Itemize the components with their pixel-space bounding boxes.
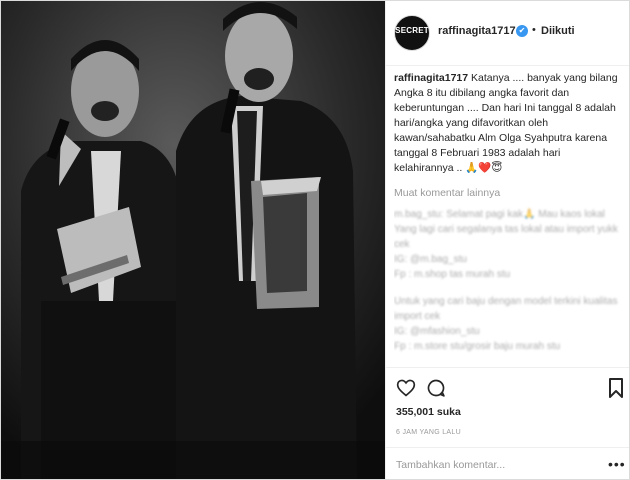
avatar-label: SECRET	[395, 26, 429, 35]
instagram-post: SECRET raffinagita1717 ✔ • Diikuti raffi…	[0, 0, 630, 480]
add-comment-bar: •••	[386, 447, 629, 479]
post-timestamp: 6 JAM YANG LALU	[396, 429, 461, 436]
post-sidebar: SECRET raffinagita1717 ✔ • Diikuti raffi…	[385, 1, 629, 479]
verified-icon: ✔	[516, 25, 528, 37]
comment-icon[interactable]	[426, 378, 446, 403]
caption-text: Katanya .... banyak yang bilang Angka 8 …	[394, 72, 618, 174]
comment-input[interactable]	[394, 456, 598, 474]
avatar[interactable]: SECRET	[394, 15, 430, 51]
action-bar	[386, 367, 629, 408]
comment-line: Yang lagi cari segalanya tas lokal atau …	[394, 224, 618, 250]
post-caption: raffinagita1717 Katanya .... banyak yang…	[394, 71, 622, 176]
post-photo[interactable]	[1, 1, 385, 479]
load-more-comments-button[interactable]: Muat komentar lainnya	[394, 186, 622, 201]
comment-line: Untuk yang cari baju dengan model terkin…	[394, 296, 618, 322]
more-options-icon[interactable]: •••	[608, 456, 626, 472]
separator-dot: •	[532, 24, 536, 36]
comment-line: Fp : m.shop tas murah stu	[394, 269, 511, 280]
post-header: SECRET raffinagita1717 ✔ • Diikuti	[386, 1, 629, 66]
likes-count[interactable]: 355,001 suka	[396, 406, 461, 418]
blurred-comment: m.bag_stu: Selamat pagi kak🙏 Mau kaos lo…	[394, 207, 622, 354]
comment-line: Fp : m.store stu/grosir baju murah stu	[394, 341, 561, 352]
following-button[interactable]: Diikuti	[541, 25, 575, 37]
bookmark-icon[interactable]	[608, 378, 624, 403]
heart-icon[interactable]	[396, 378, 416, 402]
comment-line: IG: @m.bag_stu	[394, 254, 467, 265]
photo-image	[1, 1, 385, 479]
comments-list[interactable]: raffinagita1717 Katanya .... banyak yang…	[394, 71, 622, 367]
username-link[interactable]: raffinagita1717	[438, 25, 516, 37]
comment-line: IG: @mfashion_stu	[394, 326, 480, 337]
comment-line: m.bag_stu: Selamat pagi kak🙏 Mau kaos lo…	[394, 209, 605, 220]
caption-username[interactable]: raffinagita1717	[394, 72, 468, 84]
